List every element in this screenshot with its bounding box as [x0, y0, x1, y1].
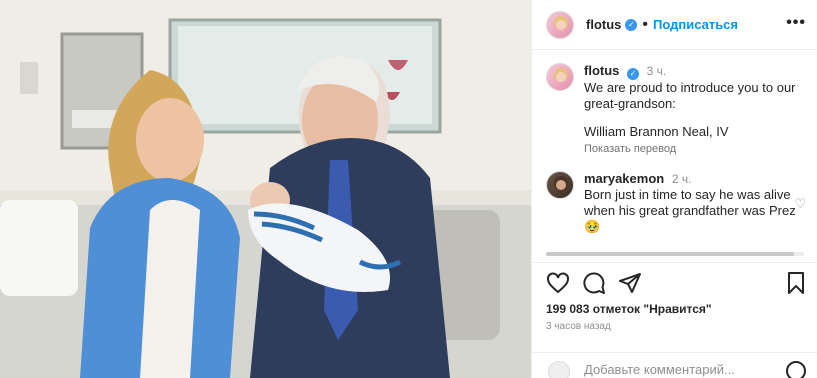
caption-time: 3 ч. — [646, 64, 667, 78]
scrollbar-thumb[interactable] — [546, 252, 794, 256]
bookmark-icon[interactable] — [784, 271, 808, 295]
comment-body: Born just in time to say he was alive wh… — [584, 187, 796, 218]
comment-row: maryakemon 2 ч. Born just in time to say… — [532, 171, 817, 235]
comment-emoji: 🥹 — [584, 219, 601, 234]
instagram-post: flotus ✓ • Подписаться ••• flotus ✓ 3 ч.… — [0, 0, 817, 378]
caption-text: flotus ✓ 3 ч. We are proud to introduce … — [584, 63, 806, 157]
post-time-ago: 3 часов назад — [546, 321, 611, 332]
more-options-icon[interactable]: ••• — [786, 14, 806, 32]
comments-list: flotus ✓ 3 ч. We are proud to introduce … — [532, 51, 817, 256]
comment-icon[interactable] — [582, 271, 606, 295]
commenter-avatar[interactable] — [546, 171, 574, 199]
verified-badge-icon: ✓ — [625, 18, 638, 31]
caption-line1: We are proud to introduce you to our gre… — [584, 80, 796, 111]
commenter-username[interactable]: maryakemon — [584, 171, 664, 186]
comment-like-heart-icon[interactable]: ♡ — [794, 196, 806, 212]
action-bar — [532, 262, 817, 302]
share-icon[interactable] — [618, 271, 642, 295]
post-sidebar: flotus ✓ • Подписаться ••• flotus ✓ 3 ч.… — [531, 0, 817, 378]
author-username[interactable]: flotus — [586, 17, 621, 32]
verified-badge-icon: ✓ — [627, 68, 640, 80]
caption-row: flotus ✓ 3 ч. We are proud to introduce … — [532, 63, 817, 157]
add-comment-input[interactable] — [584, 362, 764, 377]
add-comment-row — [532, 352, 817, 378]
current-user-avatar — [548, 361, 570, 378]
comment-text: maryakemon 2 ч. Born just in time to say… — [584, 171, 806, 235]
emoji-picker-icon[interactable] — [786, 361, 806, 378]
caption-avatar[interactable] — [546, 63, 574, 91]
heart-icon[interactable] — [546, 271, 570, 295]
post-header: flotus ✓ • Подписаться ••• — [532, 0, 817, 50]
likes-count[interactable]: 199 083 отметок "Нравится" — [546, 302, 712, 316]
comments-scrollbar[interactable] — [546, 252, 804, 256]
caption-line2: William Brannon Neal, IV — [584, 124, 729, 139]
separator-dot: • — [642, 15, 648, 33]
caption-username[interactable]: flotus — [584, 63, 619, 78]
author-avatar[interactable] — [546, 10, 574, 39]
comment-time: 2 ч. — [671, 172, 692, 186]
photo-illustration — [0, 0, 531, 378]
translate-link[interactable]: Показать перевод — [584, 141, 806, 157]
post-photo[interactable] — [0, 0, 531, 378]
follow-button[interactable]: Подписаться — [653, 17, 738, 32]
